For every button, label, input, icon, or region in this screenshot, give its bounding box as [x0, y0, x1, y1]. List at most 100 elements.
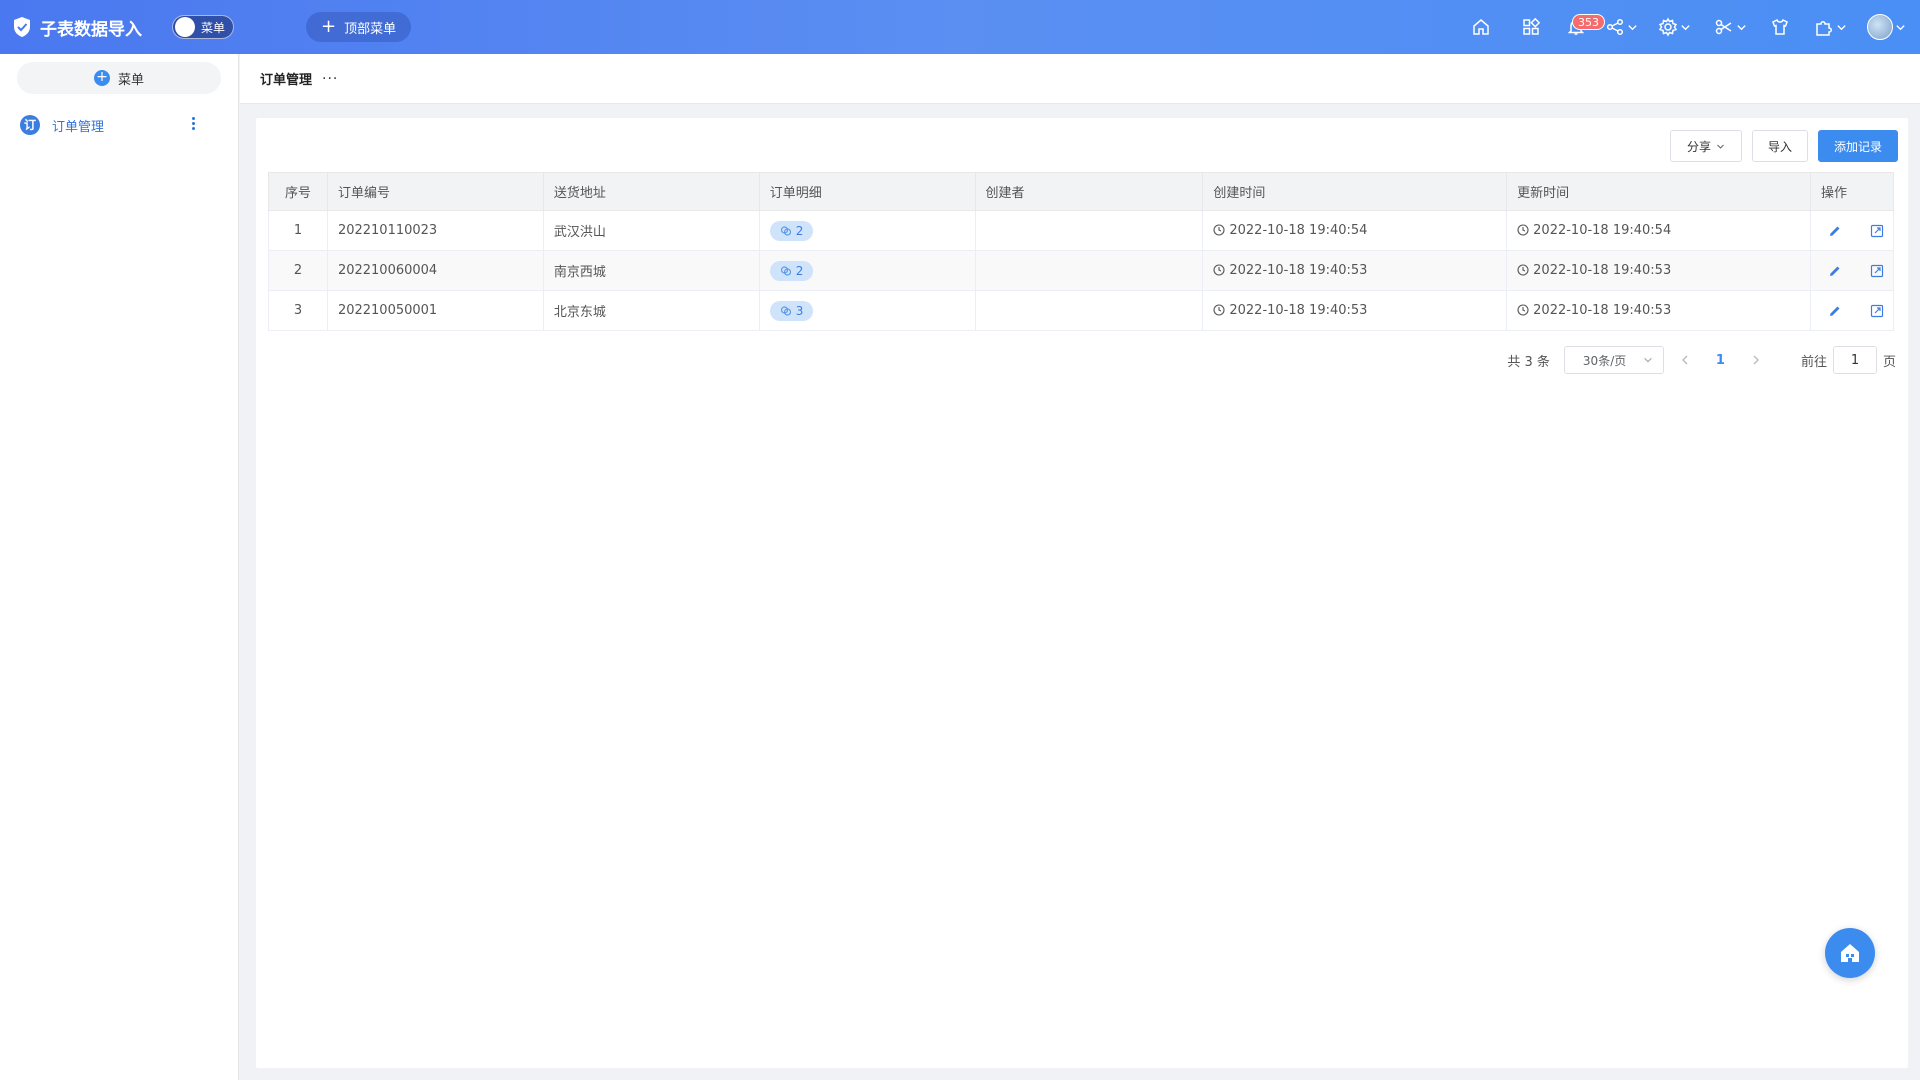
- clock-icon: [1517, 224, 1529, 236]
- top-menu-label: 顶部菜单: [344, 21, 397, 37]
- column-header[interactable]: 更新时间: [1506, 172, 1811, 211]
- created-time: 2022-10-18 19:40:53: [1229, 263, 1368, 278]
- user-menu-button[interactable]: [1858, 0, 1914, 54]
- link-icon: [780, 265, 791, 276]
- order-detail-pill[interactable]: 3: [769, 300, 814, 321]
- sidebar-item-order-management[interactable]: 订 订单管理: [20, 114, 195, 136]
- order-number: 202210050001: [326, 290, 544, 331]
- creator: [974, 250, 1204, 291]
- row-actions: [1809, 250, 1895, 291]
- current-page[interactable]: 1: [1716, 353, 1725, 368]
- column-header[interactable]: 创建者: [974, 172, 1204, 211]
- chevron-down-icon: [1717, 144, 1724, 149]
- order-number: 202210110023: [326, 210, 544, 251]
- top-menu-button[interactable]: + 顶部菜单: [306, 12, 412, 42]
- detail-count: 2: [795, 223, 804, 238]
- add-menu-button[interactable]: + 菜单: [17, 62, 221, 94]
- home-button[interactable]: [1456, 0, 1506, 54]
- breadcrumb: 订单管理 ···: [240, 54, 1920, 104]
- open-detail-icon[interactable]: [1869, 263, 1885, 279]
- goto-label: 前往: [1800, 354, 1827, 370]
- updated-time: 2022-10-18 19:40:54: [1533, 223, 1672, 238]
- order-number: 202210060004: [326, 250, 544, 291]
- clock-icon: [1213, 304, 1225, 316]
- edit-pencil-icon[interactable]: [1827, 303, 1843, 319]
- content-card: 分享 导入 添加记录 序号 订单编号 送货地址 订单明细 创建者 创建时间 更新…: [256, 118, 1908, 1068]
- row-index: 3: [268, 290, 328, 331]
- goto-page-input[interactable]: 1: [1832, 346, 1877, 374]
- table-header-row: 序号 订单编号 送货地址 订单明细 创建者 创建时间 更新时间 操作: [268, 172, 1895, 211]
- floating-home-button[interactable]: [1825, 928, 1875, 978]
- apps-button[interactable]: [1506, 0, 1556, 54]
- page-title: 订单管理: [260, 73, 313, 88]
- next-page-icon[interactable]: [1749, 353, 1763, 367]
- chevron-down-icon: [1895, 24, 1905, 30]
- column-header: 操作: [1809, 172, 1895, 211]
- updated-time-cell: 2022-10-18 19:40:53: [1506, 250, 1811, 291]
- updated-time: 2022-10-18 19:40:53: [1533, 303, 1672, 318]
- shield-icon: [14, 17, 30, 37]
- menu-toggle[interactable]: 菜单: [172, 15, 234, 39]
- delivery-address: 北京东城: [542, 290, 760, 331]
- prev-page-icon[interactable]: [1678, 353, 1692, 367]
- column-header[interactable]: 送货地址: [542, 172, 760, 211]
- created-time-cell: 2022-10-18 19:40:54: [1202, 210, 1508, 251]
- link-icon: [780, 305, 791, 316]
- plugins-menu-button[interactable]: [1802, 0, 1858, 54]
- created-time-cell: 2022-10-18 19:40:53: [1202, 250, 1508, 291]
- clock-icon: [1517, 264, 1529, 276]
- table-toolbar: 分享 导入 添加记录: [1660, 130, 1898, 162]
- share-button[interactable]: 分享: [1670, 130, 1742, 162]
- table-row[interactable]: 2 202210060004 南京西城 2 2022-10-18 19:40:5…: [268, 250, 1895, 291]
- created-time-cell: 2022-10-18 19:40:53: [1202, 290, 1508, 331]
- theme-button[interactable]: [1758, 0, 1802, 54]
- tools-menu-button[interactable]: [1702, 0, 1758, 54]
- header-actions: 353: [1456, 0, 1920, 54]
- page-size-select[interactable]: 30条/页: [1563, 346, 1664, 374]
- apps-grid-icon: [1523, 17, 1541, 35]
- table-row[interactable]: 3 202210050001 北京东城 3 2022-10-18 19:40:5…: [268, 290, 1895, 331]
- column-header: 序号: [268, 172, 328, 211]
- total-count: 共 3 条: [1507, 354, 1550, 370]
- pagination: 共 3 条 30条/页 1 前往 1 页: [1507, 346, 1896, 374]
- clock-icon: [1517, 304, 1529, 316]
- orders-table: 序号 订单编号 送货地址 订单明细 创建者 创建时间 更新时间 操作 1 202…: [268, 172, 1895, 331]
- avatar: [1866, 14, 1893, 40]
- updated-time-cell: 2022-10-18 19:40:54: [1506, 210, 1811, 251]
- add-menu-label: 菜单: [117, 72, 144, 88]
- column-header[interactable]: 订单明细: [758, 172, 976, 211]
- more-vertical-icon[interactable]: [191, 116, 195, 131]
- creator: [974, 210, 1204, 251]
- more-horizontal-icon[interactable]: ···: [322, 71, 338, 87]
- sidebar: + 菜单 订 订单管理: [0, 54, 239, 1080]
- edit-pencil-icon[interactable]: [1827, 263, 1843, 279]
- order-detail-pill[interactable]: 2: [769, 260, 814, 281]
- page-size-value: 30条/页: [1582, 353, 1627, 368]
- notifications-button[interactable]: 353: [1556, 0, 1605, 54]
- share-menu-button[interactable]: [1596, 0, 1646, 54]
- import-button[interactable]: 导入: [1752, 130, 1808, 162]
- scissors-icon: [1715, 19, 1731, 35]
- created-time: 2022-10-18 19:40:53: [1229, 303, 1368, 318]
- add-record-button[interactable]: 添加记录: [1818, 130, 1898, 162]
- updated-time: 2022-10-18 19:40:53: [1533, 263, 1672, 278]
- table-row[interactable]: 1 202210110023 武汉洪山 2 2022-10-18 19:40:5…: [268, 210, 1895, 251]
- created-time: 2022-10-18 19:40:54: [1229, 223, 1368, 238]
- chevron-down-icon: [1627, 24, 1637, 30]
- delivery-address: 南京西城: [542, 250, 760, 291]
- row-actions: [1809, 210, 1895, 251]
- order-detail-cell: 3: [758, 290, 976, 331]
- brand: 子表数据导入: [12, 0, 142, 54]
- row-index: 2: [268, 250, 328, 291]
- open-detail-icon[interactable]: [1869, 303, 1885, 319]
- settings-menu-button[interactable]: [1646, 0, 1702, 54]
- updated-time-cell: 2022-10-18 19:40:53: [1506, 290, 1811, 331]
- column-header[interactable]: 创建时间: [1202, 172, 1508, 211]
- open-detail-icon[interactable]: [1869, 223, 1885, 239]
- column-header[interactable]: 订单编号: [326, 172, 544, 211]
- app-title: 子表数据导入: [40, 19, 142, 40]
- edit-pencil-icon[interactable]: [1827, 223, 1843, 239]
- clock-icon: [1213, 264, 1225, 276]
- order-detail-pill[interactable]: 2: [769, 220, 814, 241]
- chevron-down-icon: [1644, 357, 1652, 363]
